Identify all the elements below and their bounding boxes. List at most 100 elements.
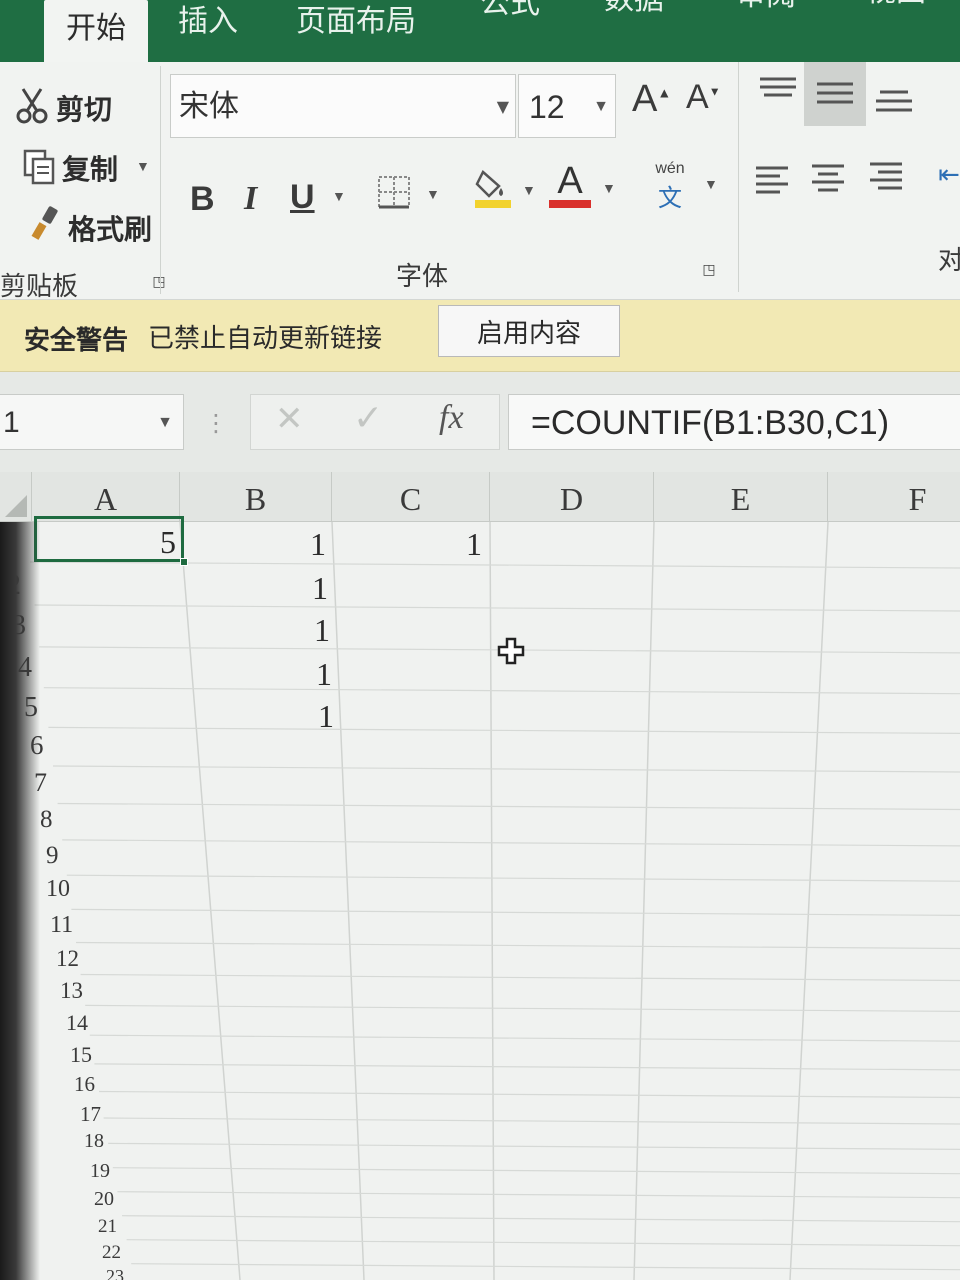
row-header-12[interactable]: 12 [56,946,79,972]
enable-content-button[interactable]: 启用内容 [438,305,620,357]
confirm-formula-button[interactable]: ✓ [353,397,383,439]
formula-bar-grip-icon: ⋮ [204,409,228,437]
grow-font-button[interactable]: A▲ [632,78,671,121]
row-gridline [29,561,960,569]
align-left-icon[interactable] [752,160,792,196]
column-header-a[interactable]: A [32,472,180,522]
column-header-f[interactable]: F [828,472,960,522]
font-name-dropdown-icon[interactable]: ▼ [497,75,509,139]
row-gridline [103,1117,960,1125]
cancel-formula-button[interactable]: ✕ [275,399,304,439]
formula-input[interactable]: =COUNTIF(B1:B30,C1) [508,394,960,450]
row-header-13[interactable]: 13 [60,978,83,1004]
row-gridline [75,941,960,950]
tab-home[interactable]: 开始 [44,0,148,66]
decrease-indent-icon[interactable]: ⇤ [938,156,960,192]
font-size-combobox[interactable]: 12 ▼ [518,74,616,138]
align-top-icon[interactable] [756,72,800,108]
align-right-icon[interactable] [866,156,906,192]
row-header-10[interactable]: 10 [46,876,70,903]
font-color-dropdown-icon[interactable]: ▼ [602,180,616,196]
underline-button[interactable]: U [290,178,315,217]
cut-button[interactable]: 剪切 [56,88,112,128]
phonetic-guide-button[interactable]: wén 文 [650,160,690,212]
row-header-15[interactable]: 15 [70,1042,92,1068]
row-header-18[interactable]: 18 [84,1130,104,1153]
shrink-font-button[interactable]: A▼ [686,78,721,117]
formula-bar: 1 ▼ ⋮ ✕ ✓ fx =COUNTIF(B1:B30,C1) [0,372,960,472]
cell-b5[interactable]: 1 [318,698,334,735]
font-name-combobox[interactable]: 宋体 ▼ [170,74,516,138]
tab-page-layout[interactable]: 页面布局 [296,0,416,64]
row-header-22[interactable]: 22 [102,1242,121,1264]
underline-dropdown-icon[interactable]: ▼ [332,188,346,204]
row-header-11[interactable]: 11 [50,912,73,939]
format-painter-icon[interactable] [30,204,64,244]
security-warning-title: 安全警告 [24,326,129,356]
tab-data[interactable]: 数据 [604,0,664,42]
row-header-16[interactable]: 16 [74,1072,95,1097]
bold-button[interactable]: B [190,180,215,219]
fill-color-icon[interactable] [472,166,514,210]
font-size-value: 12 [529,89,565,125]
row-header-14[interactable]: 14 [66,1010,88,1036]
cell-b3[interactable]: 1 [314,612,330,649]
select-all-button[interactable] [0,472,32,522]
row-header-19[interactable]: 19 [90,1160,110,1183]
name-box-dropdown-icon[interactable]: ▼ [157,395,173,451]
borders-dropdown-icon[interactable]: ▼ [426,186,440,202]
name-box[interactable]: 1 ▼ [0,394,184,450]
shrink-font-icon: A [686,78,709,116]
cell-b2[interactable]: 1 [312,570,328,607]
scissors-icon[interactable] [14,86,50,126]
tab-insert[interactable]: 插入 [178,0,238,64]
format-painter-button[interactable]: 格式刷 [68,208,152,248]
font-name-value: 宋体 [179,89,239,124]
row-gridline [94,1063,960,1071]
column-header-b[interactable]: B [180,472,332,522]
column-header-e[interactable]: E [654,472,828,522]
cell-b1[interactable]: 1 [310,526,326,563]
copy-dropdown-icon[interactable]: ▼ [136,158,150,174]
align-middle-icon[interactable] [804,62,866,126]
align-bottom-icon[interactable] [872,80,916,120]
row-header-9[interactable]: 9 [46,842,59,870]
borders-icon[interactable] [376,174,412,210]
row-gridline [34,604,960,612]
row-gridline [108,1142,960,1151]
row-gridline [121,1215,960,1223]
tab-view[interactable]: 视图 [866,0,926,34]
fill-handle[interactable] [180,558,188,566]
row-header-21[interactable]: 21 [98,1216,117,1238]
worksheet-grid[interactable]: A B C D E F 1 2 3 4 5 6 7 8 9 10 11 12 1… [0,472,960,1280]
row-header-17[interactable]: 17 [80,1102,101,1127]
tab-review[interactable]: 审阅 [736,0,796,38]
column-header-c[interactable]: C [332,472,490,522]
cell-a1[interactable]: 5 [160,524,176,561]
font-color-swatch [549,200,591,208]
row-gridline [80,973,960,982]
gridlines [29,522,960,1280]
security-warning-message: 已禁止自动更新链接 [148,324,383,354]
phonetic-dropdown-icon[interactable]: ▼ [704,176,718,192]
cell-b4[interactable]: 1 [316,656,332,693]
grow-font-icon: A [632,78,658,120]
copy-button[interactable]: 复制 [62,148,118,188]
column-header-d[interactable]: D [490,472,654,522]
fill-color-dropdown-icon[interactable]: ▼ [522,182,536,198]
italic-button[interactable]: I [244,180,257,218]
row-gridline [117,1191,960,1199]
font-launcher-icon[interactable]: ◳ [700,260,718,278]
row-header-23[interactable]: 23 [106,1266,124,1280]
row-header-8[interactable]: 8 [40,806,53,834]
font-color-button[interactable]: A [548,160,592,210]
cell-c1[interactable]: 1 [466,526,482,563]
row-gridline [57,802,960,811]
row-header-20[interactable]: 20 [94,1188,114,1211]
copy-icon[interactable] [20,146,58,188]
insert-function-button[interactable]: fx [439,399,464,437]
font-size-dropdown-icon[interactable]: ▼ [593,75,609,139]
tab-formulas[interactable]: 公式 [480,0,540,46]
align-center-icon[interactable] [808,158,848,194]
clipboard-launcher-icon[interactable]: ◳ [150,272,168,290]
